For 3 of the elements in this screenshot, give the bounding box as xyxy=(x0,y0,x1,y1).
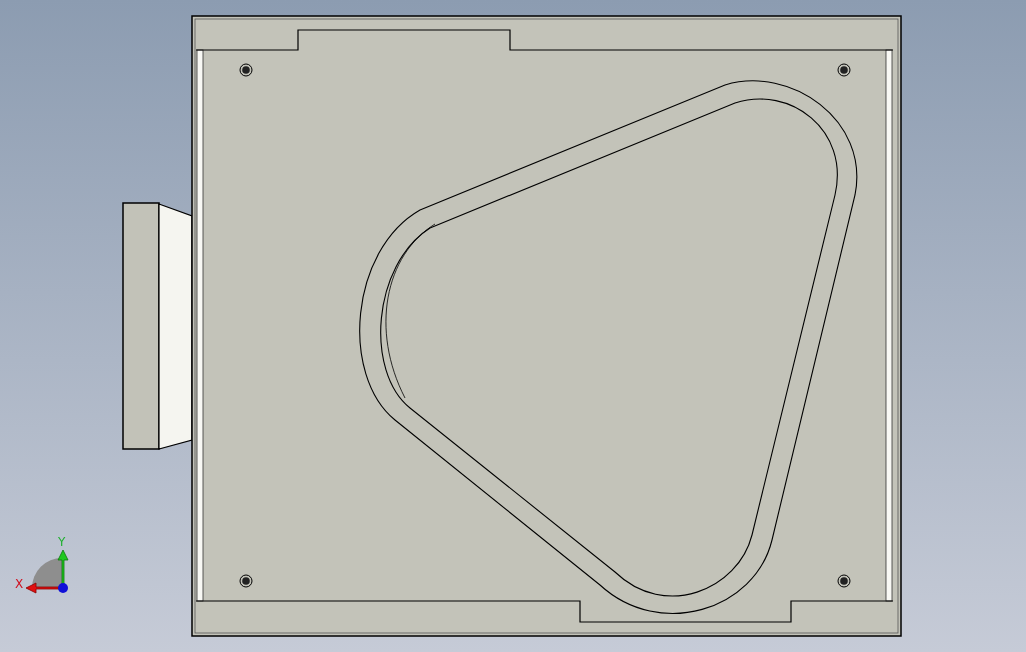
axis-triad-icon xyxy=(25,549,69,594)
axis-label: Y xyxy=(58,535,66,549)
axis-label: X xyxy=(15,577,24,591)
